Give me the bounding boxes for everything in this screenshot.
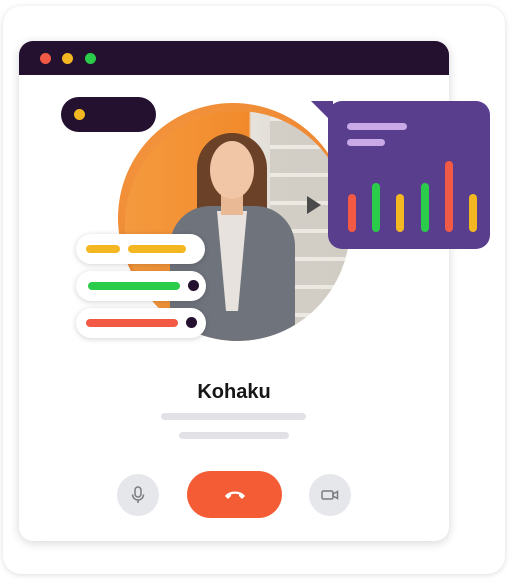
reaction-bar <box>469 194 477 232</box>
status-dot-icon <box>186 317 197 328</box>
status-tag <box>76 234 205 264</box>
reaction-bar <box>348 194 356 232</box>
reaction-bar <box>445 161 453 232</box>
avatar-face <box>210 141 254 199</box>
caller-name: Kohaku <box>197 381 271 403</box>
status-dot-icon <box>188 280 199 291</box>
caller-subtitle-line <box>179 432 289 439</box>
status-pill <box>61 97 156 132</box>
maximize-window-button[interactable] <box>85 53 96 64</box>
video-button[interactable] <box>309 474 351 516</box>
microphone-icon <box>131 486 145 503</box>
window-titlebar <box>19 41 449 75</box>
caller-avatar <box>125 111 350 341</box>
close-window-button[interactable] <box>40 53 51 64</box>
reaction-bar <box>421 183 429 232</box>
bubble-text-line <box>347 123 407 130</box>
phone-hangup-icon <box>224 491 245 499</box>
status-tag <box>76 271 206 301</box>
bubble-text-line <box>347 139 385 146</box>
play-icon <box>307 196 321 214</box>
status-tag-line <box>88 282 180 290</box>
reaction-bar <box>396 194 404 232</box>
minimize-window-button[interactable] <box>62 53 73 64</box>
reaction-bubble <box>328 101 490 249</box>
status-tag-line <box>128 245 186 253</box>
status-tag-line <box>86 245 120 253</box>
status-tag-line <box>86 319 178 327</box>
status-dot-icon <box>74 109 85 120</box>
reaction-bar <box>372 183 380 232</box>
status-tag <box>76 308 206 338</box>
end-call-button[interactable] <box>187 471 282 518</box>
caller-subtitle-line <box>161 413 306 420</box>
video-camera-icon <box>321 490 339 500</box>
mute-button[interactable] <box>117 474 159 516</box>
